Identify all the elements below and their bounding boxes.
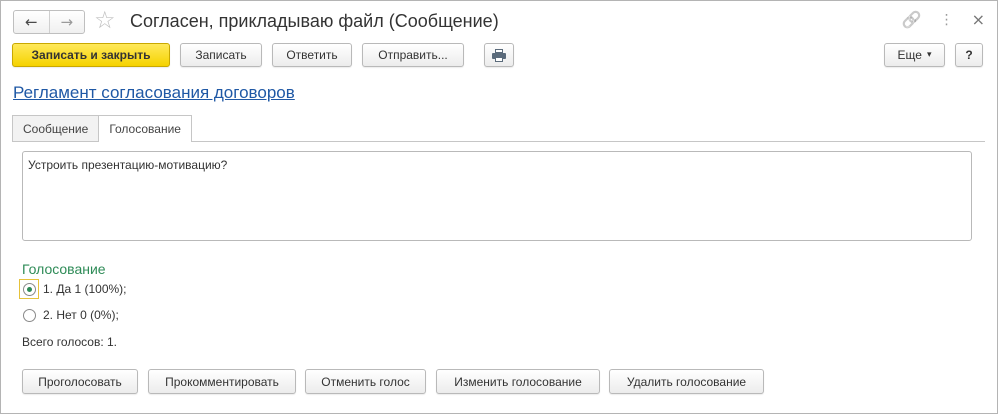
radio-button-checked[interactable] [22,282,36,296]
command-bar: Записать и закрыть Записать Ответить Отп… [1,43,997,71]
more-button[interactable]: Еще ▾ [884,43,945,67]
regulation-link[interactable]: Регламент согласования договоров [13,82,295,104]
title-bar: ← → ☆ Согласен, прикладываю файл (Сообще… [1,1,997,39]
edit-voting-button[interactable]: Изменить голосование [436,369,600,394]
message-text-field[interactable]: Устроить презентацию-мотивацию? [22,151,972,241]
close-icon[interactable]: × [972,10,985,30]
more-button-label: Еще [897,48,922,62]
radio-focus-frame [19,279,39,299]
radio-frame [19,305,39,325]
star-icon[interactable]: ☆ [94,7,116,33]
vote-option-yes[interactable]: 1. Да 1 (100%); [19,279,127,299]
save-and-close-button[interactable]: Записать и закрыть [12,43,170,67]
voting-section-title: Голосование [22,261,106,277]
cancel-vote-button[interactable]: Отменить голос [305,369,426,394]
more-vertical-icon[interactable]: ⋮ [940,10,954,30]
help-button[interactable]: ? [955,43,983,67]
message-window: ← → ☆ Согласен, прикладываю файл (Сообще… [0,0,998,414]
title-actions: 🔗 ⋮ × [902,10,985,30]
save-button[interactable]: Записать [180,43,262,67]
tab-message[interactable]: Сообщение [12,115,100,141]
send-button[interactable]: Отправить... [362,43,464,67]
comment-button[interactable]: Прокомментировать [148,369,296,394]
radio-button[interactable] [22,308,36,322]
back-arrow-icon[interactable]: ← [14,11,49,33]
vote-option-label: 1. Да 1 (100%); [43,282,127,296]
vote-option-no[interactable]: 2. Нет 0 (0%); [19,305,119,325]
vote-button[interactable]: Проголосовать [22,369,138,394]
total-votes: Всего голосов: 1. [22,335,117,349]
delete-voting-button[interactable]: Удалить голосование [609,369,764,394]
vote-option-label: 2. Нет 0 (0%); [43,308,119,322]
tab-voting[interactable]: Голосование [98,115,192,142]
print-button[interactable] [484,43,514,67]
window-title: Согласен, прикладываю файл (Сообщение) [130,11,499,31]
reply-button[interactable]: Ответить [272,43,352,67]
navigation-buttons: ← → [13,10,85,34]
forward-arrow-icon[interactable]: → [48,11,85,33]
link-icon[interactable]: 🔗 [902,10,922,30]
tab-bar: Сообщение Голосование [12,115,192,142]
printer-icon [492,49,506,62]
caret-down-icon: ▾ [926,50,932,60]
